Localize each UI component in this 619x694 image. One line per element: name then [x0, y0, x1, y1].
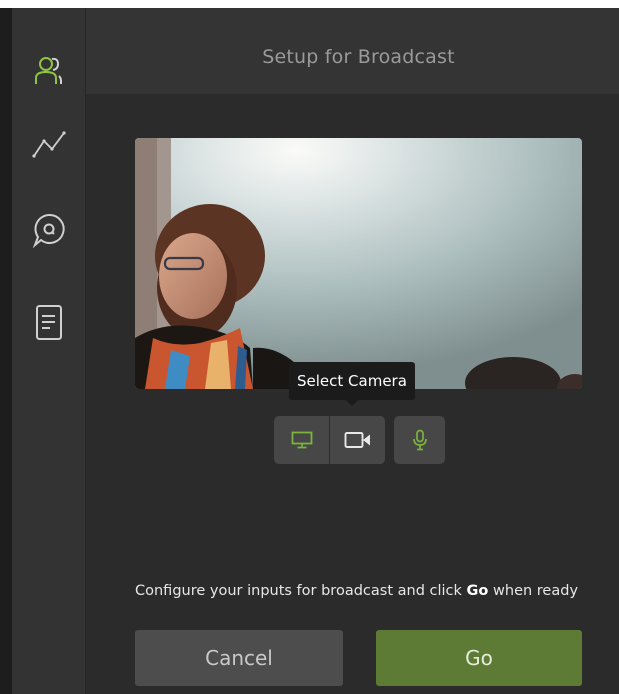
go-button[interactable]: Go	[376, 630, 582, 686]
instructions-text: Configure your inputs for broadcast and …	[135, 578, 595, 605]
camera-preview	[135, 138, 582, 389]
document-icon	[36, 305, 62, 340]
instructions-prefix: Configure your inputs for broadcast and …	[135, 582, 467, 599]
instructions-go-emphasis: Go	[466, 582, 489, 599]
sidebar-item-chat[interactable]	[31, 210, 67, 250]
sidebar-item-documents[interactable]	[31, 303, 67, 343]
select-camera-button[interactable]	[329, 416, 385, 464]
source-button-group	[274, 416, 385, 464]
instructions-suffix: when ready	[488, 582, 579, 599]
camera-icon	[344, 432, 370, 448]
microphone-button[interactable]	[394, 416, 445, 464]
monitor-icon	[291, 431, 312, 449]
sidebar-item-participants[interactable]	[31, 50, 67, 90]
screen-share-button[interactable]	[274, 416, 329, 464]
chat-icon	[32, 213, 65, 249]
tooltip-arrow	[346, 400, 358, 406]
microphone-icon	[412, 429, 427, 451]
sidebar	[12, 8, 86, 694]
window-edge	[0, 8, 12, 694]
setup-panel: Setup for Broadcast Select Camera Config…	[86, 8, 619, 694]
header: Setup for Broadcast	[86, 8, 619, 94]
cancel-button[interactable]: Cancel	[135, 630, 343, 686]
participants-icon	[35, 57, 62, 84]
sidebar-item-analytics[interactable]	[31, 123, 67, 163]
page-title: Setup for Broadcast	[262, 46, 455, 68]
analytics-icon	[32, 131, 66, 158]
select-camera-tooltip: Select Camera	[289, 362, 415, 400]
broadcast-app: Setup for Broadcast Select Camera Config…	[0, 8, 619, 694]
